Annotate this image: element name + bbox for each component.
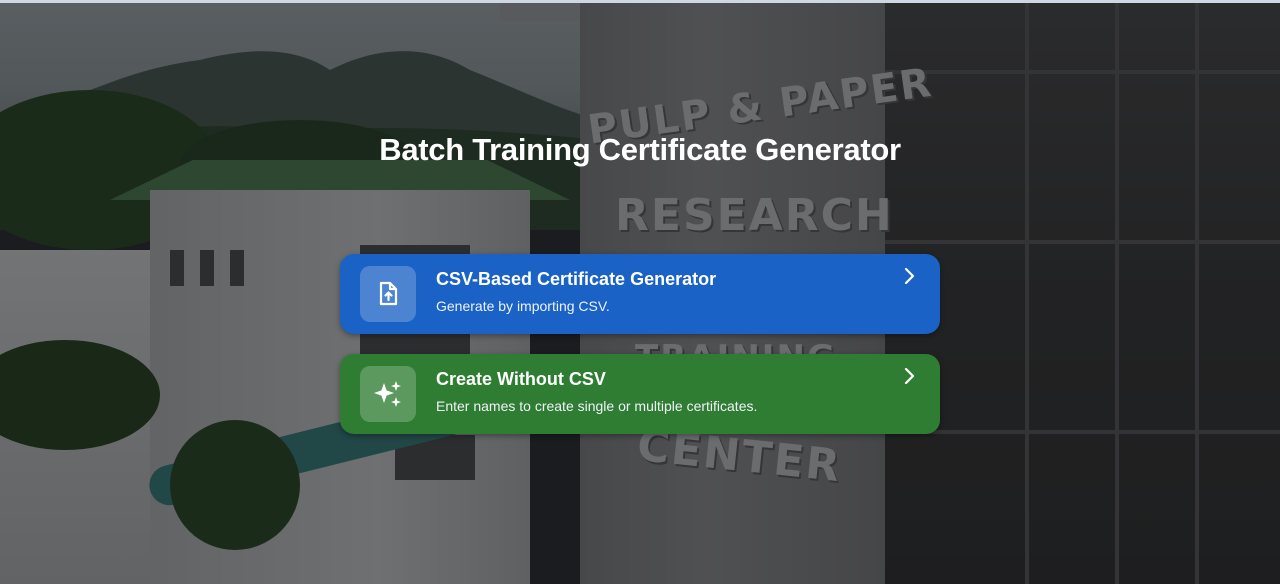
csv-generator-subtitle: Generate by importing CSV. <box>436 298 610 314</box>
chevron-right-icon <box>904 367 915 385</box>
app-root: PULP & PAPER RESEARCH TRAINING CENTER Ba… <box>0 0 1280 584</box>
create-without-csv-title: Create Without CSV <box>436 369 606 389</box>
window-top-border <box>0 0 1280 3</box>
csv-generator-card[interactable]: CSV-Based Certificate Generator Generate… <box>340 254 940 334</box>
file-upload-icon <box>360 266 416 322</box>
page-title: Batch Training Certificate Generator <box>379 132 901 167</box>
create-without-csv-card[interactable]: Create Without CSV Enter names to create… <box>340 354 940 434</box>
chevron-right-icon <box>904 267 915 285</box>
csv-generator-title: CSV-Based Certificate Generator <box>436 269 717 289</box>
create-without-csv-subtitle: Enter names to create single or multiple… <box>436 398 758 414</box>
sparkles-icon <box>360 366 416 422</box>
